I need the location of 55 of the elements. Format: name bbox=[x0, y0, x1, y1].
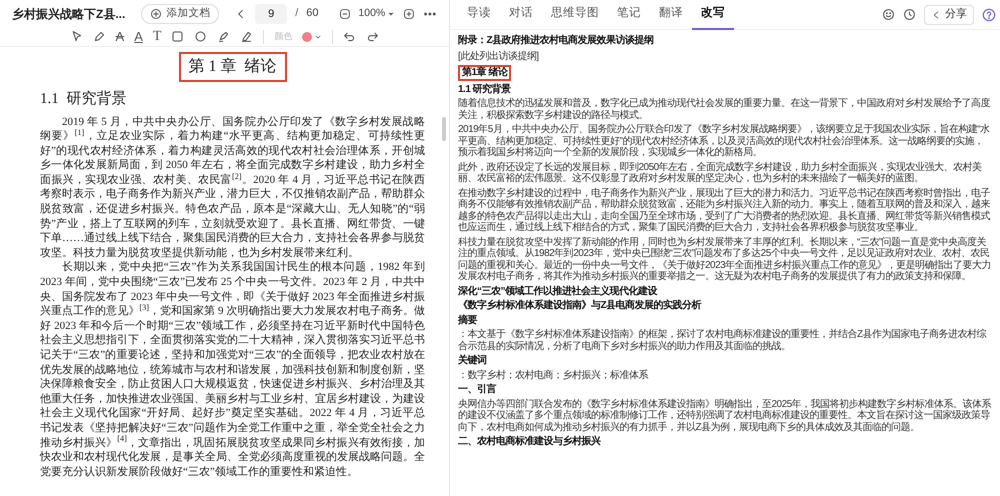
redo-icon[interactable] bbox=[366, 30, 380, 43]
rectangle-icon[interactable] bbox=[171, 30, 184, 43]
chapter-heading: 第1章 绪论 bbox=[458, 65, 512, 80]
section-heading: 1.1 研究背景 bbox=[40, 90, 128, 109]
section-heading: 摘要 bbox=[458, 314, 478, 326]
zoom-in-icon[interactable] bbox=[403, 8, 416, 20]
marker-icon[interactable] bbox=[217, 30, 230, 43]
body-paragraph: 在推动数字乡村建设的过程中，电子商务作为新兴产业，展现出了巨大的潜力和活力。习近平总书记在陕西考察时曾指出，电子商务不仅能够有效推销农副产品，帮助群众脱贫致富，还能为乡村振兴注入新的动力。事实上，随着互联网的普及和深入，越来越多的特色农产品得以走出大山，走向全国乃至全球市场，受到了广大消费者的热烈欢迎。县长直播、网红带货等新兴销售模式也应运而生，通过线上线下相结合的方式，聚集了国民消费的巨大合力，支持社会各界积极参与脱贫攻坚事业。 bbox=[458, 188, 991, 234]
body-paragraph: 科技力量在脱贫攻坚中发挥了新动能的作用，同时也为乡村发展带来了丰厚的红利。长期以来，“三农”问题一直是党中央高度关注的重点领域。从1982年到2023年，党中央已围绕“三农”问题发布了多达25个中央一号文件，足以见证政府对农业、农村、农民问题的重视和关心。最近的一份中央一号文件，《关于做好2023年全面推进乡村振兴重点工作的意见》，更是明确指出了要大力发展农村电子商务，将其作为推动乡村振兴的重要举措之一。这无疑为农村电子商务的发展提供了有力的政策支持和保障。 bbox=[458, 236, 992, 282]
clock-icon[interactable] bbox=[903, 8, 916, 21]
help-icon[interactable] bbox=[982, 8, 996, 22]
appendix-title: 附录：Z县政府推进农村电商发展效果访谈提纲 bbox=[458, 35, 655, 46]
section-heading: 关键词 bbox=[458, 355, 488, 366]
body-paragraph: 此外，政府还设定了长远的发展目标，即到2050年左右，全面完成数字乡村建设，助力乡村全面振兴，实现农业强大、农村美丽、农民富裕的宏伟愿景。这不仅彰显了政府对乡村发展的坚定决心，也为乡村的未来描绘了一幅美好的蓝图。 bbox=[458, 162, 983, 184]
strikethrough-tool[interactable]: A bbox=[116, 26, 124, 46]
plus-circle-icon bbox=[150, 8, 162, 20]
scrollbar-thumb[interactable] bbox=[442, 117, 446, 141]
section-heading: 一、引言 bbox=[458, 384, 498, 396]
pointer-icon[interactable] bbox=[70, 30, 83, 43]
share-button[interactable]: 分享 bbox=[924, 4, 974, 24]
panel-tab[interactable]: 翻译 bbox=[650, 0, 692, 30]
panel-tab[interactable]: 对话 bbox=[500, 0, 542, 30]
zoom-dropdown[interactable]: 100% bbox=[358, 6, 396, 22]
highlighter-icon[interactable] bbox=[240, 30, 254, 43]
panel-tab[interactable]: 导读 bbox=[458, 0, 500, 30]
body-paragraph: 长期以来，党中央把“三农”作为关系我国国计民生的根本问题，1982 年到 2023 年间，党中央围绕“三农”已发布 25 个中央一号文件。2023 年 2 月，中共中央、国务院发布了 2023 年中央一号文件，即《关于做好 2023 年全面推进乡村振兴重点工作的意见》$^{[3]}$，党和国家第 9 次明确指出要大力发展农村电子商务。做好 2023 年和今后一个时期“三农”领域工作，必须坚持在习近平新时代中国特色社会主义思想指引下，全面贯彻落实党的二十大精神，深入贯彻落实习近平总书记关于“三农”的重要论述，坚持和加强党对“三农”的全面领导，把农业农村放在优先发展的战略地位，统筹城市与农村和谐发展，加强科技创新和制度创新，坚决保障粮食安全，防止贫困人口大规模返贫，快速促进乡村振兴、乡村治理及其他重大任务，加快推进农业强国、美丽乡村与工业乡村、宜居乡村建设，为建设社会主义现代化国家“开好局、起好步”奠定坚实基础。2022 年 4 月，习近平总书记发表《坚持把解决好“三农”问题作为全党工作重中之重，举全党全社会之力推动乡村振兴》$^{[4]}$，文章指出，巩固拓展脱贫攻坚成果同乡村振兴有效衔接，加快农业和农村现代化发展，是事关全局、全党必须高度重视的发展战略问题。全党要充分认识新发展阶段做好“三农”领域工作的重要性和紧迫性。 bbox=[40, 260, 425, 480]
panel-tab[interactable]: 笔记 bbox=[608, 0, 650, 30]
pen-icon[interactable] bbox=[92, 30, 106, 43]
body-paragraph: 央网信办等四部门联合发布的《数字乡村标准体系建设指南》明确指出，至2025年，我国将初步构建数字乡村标准体系。该体系的建设不仅涵盖了多个重点领域的标准制修订工作，还特别强调了农村电商标准建设的重要性。本文旨在探讨这一国家级政策导向下，农村电商如何成为推动乡村振兴的有力抓手，并以Z县为例，展现电商下乡的具体成效及其面临的问题。 bbox=[458, 398, 992, 433]
chapter-title: 第 1 章 绪论 bbox=[178, 52, 286, 82]
body-paragraph: ：本文基于《数字乡村标准体系建设指南》的框架，探讨了农村电商标准建设的重要性，并结合Z县作为国家电子商务进农村综合示范县的实际情况，分析了电商下乡对乡村振兴的助力作用及其面临的挑战。 bbox=[458, 329, 988, 352]
add-document-button[interactable]: 添加文档 bbox=[141, 4, 220, 24]
underline-tool[interactable]: A bbox=[134, 26, 143, 46]
page-total: 60 bbox=[306, 6, 319, 22]
panel-tab[interactable]: 思维导图 bbox=[542, 0, 608, 30]
page-separator: / bbox=[295, 6, 298, 22]
document-title[interactable]: 乡村振兴战略下Z县... bbox=[12, 4, 126, 22]
body-paragraph: [此处列出访谈提纲] bbox=[458, 50, 540, 62]
smiley-icon[interactable] bbox=[882, 8, 895, 21]
body-paragraph: ：数字乡村；农村电商；乡村振兴；标准体系 bbox=[458, 370, 650, 381]
section-heading: 《数字乡村标准体系建设指南》与Z县电商发展的实践分析 bbox=[458, 300, 702, 312]
zoom-out-icon[interactable] bbox=[338, 8, 350, 20]
color-label: 颜色 bbox=[274, 30, 292, 43]
section-heading: 深化“三农”领域工作以推进社会主义现代化建设 bbox=[458, 286, 658, 297]
section-heading: 1.1 研究背景 bbox=[458, 84, 512, 95]
share-icon bbox=[931, 10, 941, 20]
undo-icon[interactable] bbox=[343, 30, 356, 43]
circle-icon[interactable] bbox=[194, 30, 208, 43]
panel-tab[interactable]: 改写 bbox=[692, 0, 734, 30]
body-paragraph: 随着信息技术的迅猛发展和普及，数字化已成为推动现代社会发展的重要力量。在这一背景下，中国政府对乡村发展给予了高度关注，积极探索数字乡村建设的路径与模式。 bbox=[458, 98, 991, 121]
section-heading: 二、农村电商标准建设与乡村振兴 bbox=[458, 436, 602, 448]
page-number-field[interactable]: 9 bbox=[255, 4, 288, 24]
body-paragraph: 2019 年 5 月，中共中央办公厅、国务院办公厅印发了《数字乡村发展战略纲要》$^{[1]}$，立足农业实际，着力构建“水平更高、结构更加稳定、可持续性更好”的现代农村经济体系，着力构建灵活高效的现代农村社会治理体系，开创城乡一体化发展新局面，到 2050 年左右，将全面完成数字乡村建设，助力乡村全面振兴，实现农业强、农村美、农民富$^{[2]}$。2020 年 4 月，习近平总书记在陕西考察时表示，电子商务作为新兴产业，潜力巨大，不仅推销农副产品，帮助群众脱贫致富，还促进乡村振兴。特色农产品，原本是“深藏大山、无人知晓”的“弱势”产业，搭上了互联网的列车，立刻就受欢迎了。县长直播、网红带货、一键下单……通过线上线下结合，聚集国民消费的巨大合力，支持社会各界参与脱贫攻坚。科技力量为脱贫攻坚提供新动能，也为乡村发展带来红利。 bbox=[40, 114, 425, 260]
body-paragraph: 2019年5月，中共中央办公厅、国务院办公厅联合印发了《数字乡村发展战略纲要》，该纲要立足于我国农业实际，旨在构建“水平更高、结构更加稳定、可持续性更好”的现代农村经济体系，以及灵活高效的现代农村社会治理体系。这一战略纲要的实施，预示着我国乡村将迈向一个全新的发展阶段，实现城乡一体化的新格局。 bbox=[458, 124, 991, 158]
text-tool[interactable]: T bbox=[152, 26, 162, 47]
